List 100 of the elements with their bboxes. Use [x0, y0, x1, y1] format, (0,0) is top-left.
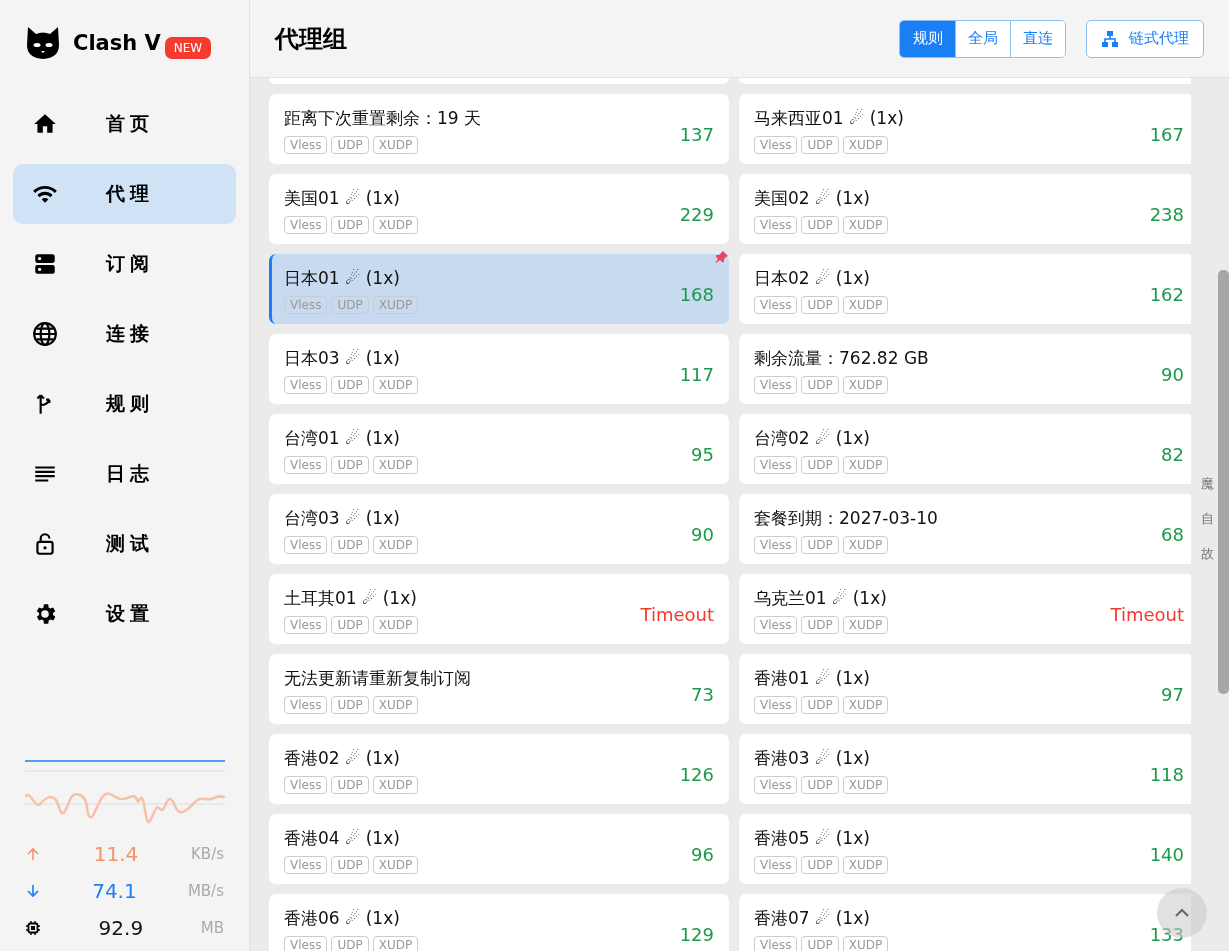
- protocol-tag: Vless: [284, 215, 328, 234]
- proxy-name: 套餐到期：2027-03-10: [754, 506, 939, 530]
- protocol-tag: XUDP: [842, 855, 889, 874]
- mode-tab[interactable]: 直连: [1010, 20, 1065, 57]
- proxy-card[interactable]: 乌克兰01 ☄ (1x) Vless UDP XUDP Timeout: [739, 574, 1191, 644]
- latency-value: 117: [679, 362, 714, 385]
- protocol-tag: Vless: [754, 775, 798, 794]
- proxy-card[interactable]: 香港05 ☄ (1x) Vless UDP XUDP 140: [739, 814, 1191, 884]
- proxy-card[interactable]: 日本02 ☄ (1x) Vless UDP XUDP 162: [739, 254, 1191, 324]
- nav-item[interactable]: 连接: [13, 304, 236, 364]
- protocol-tag: Vless: [284, 615, 328, 634]
- arrow-up-icon: [25, 846, 41, 862]
- latency-value: 167: [1149, 122, 1184, 145]
- latency-value: 229: [679, 202, 714, 225]
- nav-item[interactable]: 规则: [13, 374, 236, 434]
- index-letter[interactable]: 魔: [1200, 475, 1214, 493]
- protocol-tag: UDP: [331, 215, 369, 234]
- protocol-tag: XUDP: [842, 775, 889, 794]
- protocol-tag: Vless: [754, 215, 798, 234]
- proxy-card[interactable]: 香港04 ☄ (1x) Vless UDP XUDP 96: [269, 814, 729, 884]
- proxy-card[interactable]: 香港07 ☄ (1x) Vless UDP XUDP 133: [739, 894, 1191, 951]
- protocol-tag: XUDP: [372, 855, 419, 874]
- nav-item[interactable]: 首页: [13, 94, 236, 154]
- proxy-name: 台湾02 ☄ (1x): [754, 426, 871, 450]
- traffic-value: 92.9: [97, 916, 145, 940]
- proxy-card[interactable]: 香港01 ☄ (1x) Vless UDP XUDP 97: [739, 654, 1191, 724]
- protocol-tag: UDP: [331, 135, 369, 154]
- nav-item[interactable]: 订阅: [13, 234, 236, 294]
- protocol-tag: UDP: [331, 695, 369, 714]
- chain-proxy-button[interactable]: 链式代理: [1086, 19, 1204, 58]
- protocol-tag: XUDP: [842, 295, 889, 314]
- proxy-name: 日本03 ☄ (1x): [284, 346, 401, 370]
- protocol-tag: Vless: [754, 535, 798, 554]
- traffic-unit: KB/s: [191, 845, 224, 863]
- traffic-value: 11.4: [92, 842, 140, 866]
- protocol-tag: Vless: [284, 295, 328, 314]
- proxy-card[interactable]: 距离下次重置剩余：19 天 Vless UDP XUDP 137: [269, 94, 729, 164]
- protocol-tag: UDP: [331, 775, 369, 794]
- latency-value: 96: [691, 842, 714, 865]
- proxy-name: 香港02 ☄ (1x): [284, 746, 401, 770]
- mode-tab[interactable]: 全局: [955, 20, 1010, 57]
- proxy-card[interactable]: 台湾02 ☄ (1x) Vless UDP XUDP 82: [739, 414, 1191, 484]
- protocol-tag: Vless: [284, 375, 328, 394]
- proxy-card[interactable]: 香港06 ☄ (1x) Vless UDP XUDP 129: [269, 894, 729, 951]
- protocol-tag: Vless: [284, 695, 328, 714]
- new-badge: NEW: [164, 37, 212, 59]
- proxy-name: 美国01 ☄ (1x): [284, 186, 401, 210]
- proxy-card[interactable]: 美国02 ☄ (1x) Vless UDP XUDP 238: [739, 174, 1191, 244]
- protocol-tag: XUDP: [372, 615, 419, 634]
- nav-item[interactable]: 设置: [13, 584, 236, 644]
- protocol-tag: UDP: [801, 455, 839, 474]
- proxy-name: 美国02 ☄ (1x): [754, 186, 871, 210]
- protocol-tag: XUDP: [842, 455, 889, 474]
- nav-item[interactable]: 测试: [13, 514, 236, 574]
- proxy-name: 日本02 ☄ (1x): [754, 266, 871, 290]
- protocol-tag: Vless: [284, 935, 328, 951]
- latency-value: 90: [691, 522, 714, 545]
- protocol-tag: XUDP: [842, 375, 889, 394]
- proxy-card[interactable]: 香港03 ☄ (1x) Vless UDP XUDP 118: [739, 734, 1191, 804]
- nav-item[interactable]: 代理: [13, 164, 236, 224]
- proxy-card[interactable]: 美国01 ☄ (1x) Vless UDP XUDP 229: [269, 174, 729, 244]
- protocol-tag: XUDP: [842, 215, 889, 234]
- scrollbar-thumb[interactable]: [1218, 270, 1229, 694]
- proxy-card[interactable]: 日本01 ☄ (1x) Vless UDP XUDP 168: [269, 254, 729, 324]
- protocol-tag: UDP: [331, 535, 369, 554]
- proxy-card[interactable]: 无法更新请重新复制订阅 Vless UDP XUDP 73: [269, 654, 729, 724]
- arrow-down-icon: [25, 883, 41, 899]
- proxy-card[interactable]: 台湾01 ☄ (1x) Vless UDP XUDP 95: [269, 414, 729, 484]
- proxy-card[interactable]: 台湾03 ☄ (1x) Vless UDP XUDP 90: [269, 494, 729, 564]
- protocol-tag: UDP: [801, 215, 839, 234]
- latency-value: 82: [1161, 442, 1184, 465]
- mode-tab[interactable]: 规则: [900, 20, 955, 57]
- proxy-card[interactable]: 马来西亚01 ☄ (1x) Vless UDP XUDP 167: [739, 94, 1191, 164]
- latency-value: 73: [691, 682, 714, 705]
- proxy-card[interactable]: 香港02 ☄ (1x) Vless UDP XUDP 126: [269, 734, 729, 804]
- protocol-tag: Vless: [284, 535, 328, 554]
- proxy-name: 距离下次重置剩余：19 天: [284, 106, 483, 130]
- latency-value: 133: [1149, 922, 1184, 945]
- latency-value: 168: [679, 282, 714, 305]
- proxy-name: 香港07 ☄ (1x): [754, 906, 871, 930]
- globe-icon: [32, 321, 58, 347]
- nav-item[interactable]: 日志: [13, 444, 236, 504]
- proxy-name: 马来西亚01 ☄ (1x): [754, 106, 905, 130]
- protocol-tag: Vless: [284, 455, 328, 474]
- latency-value: 97: [1161, 682, 1184, 705]
- latency-value: 140: [1149, 842, 1184, 865]
- protocol-tag: Vless: [284, 855, 328, 874]
- index-letter[interactable]: 自: [1200, 510, 1214, 528]
- proxy-card[interactable]: 剩余流量：762.82 GB Vless UDP XUDP 90: [739, 334, 1191, 404]
- proxy-card[interactable]: 土耳其01 ☄ (1x) Vless UDP XUDP Timeout: [269, 574, 729, 644]
- proxy-name: 剩余流量：762.82 GB: [754, 346, 930, 370]
- protocol-tag: Vless: [754, 455, 798, 474]
- protocol-tag: UDP: [331, 615, 369, 634]
- protocol-tag: UDP: [801, 615, 839, 634]
- proxy-card[interactable]: 日本03 ☄ (1x) Vless UDP XUDP 117: [269, 334, 729, 404]
- protocol-tag: Vless: [754, 295, 798, 314]
- proxy-card[interactable]: 套餐到期：2027-03-10 Vless UDP XUDP 68: [739, 494, 1191, 564]
- traffic-unit: MB/s: [187, 882, 224, 900]
- protocol-tag: UDP: [801, 535, 839, 554]
- index-letter[interactable]: 故: [1200, 545, 1214, 563]
